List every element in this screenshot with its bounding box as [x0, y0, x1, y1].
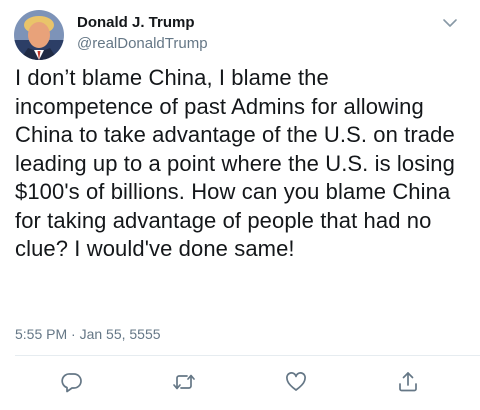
author-avatar[interactable]	[14, 10, 64, 60]
author-info: Donald J. Trump @realDonaldTrump	[77, 13, 208, 53]
share-icon	[399, 372, 417, 392]
retweet-button[interactable]	[172, 370, 196, 394]
tweet-text: I don’t blame China, I blame the incompe…	[15, 65, 455, 261]
chevron-down-icon[interactable]	[442, 16, 458, 28]
like-button[interactable]	[284, 370, 308, 394]
tweet-card: Donald J. Trump @realDonaldTrump I don’t…	[0, 0, 480, 410]
retweet-icon	[173, 374, 195, 390]
author-display-name[interactable]: Donald J. Trump	[77, 13, 208, 32]
tweet-timestamp[interactable]: 5:55 PM · Jan 55, 5555	[15, 325, 161, 343]
reply-icon	[61, 373, 82, 393]
avatar-photo-icon	[14, 10, 64, 60]
action-bar	[0, 370, 480, 400]
share-button[interactable]	[396, 370, 420, 394]
reply-button[interactable]	[60, 370, 84, 394]
author-handle[interactable]: @realDonaldTrump	[77, 34, 208, 53]
heart-icon	[286, 372, 306, 391]
divider	[15, 355, 480, 356]
